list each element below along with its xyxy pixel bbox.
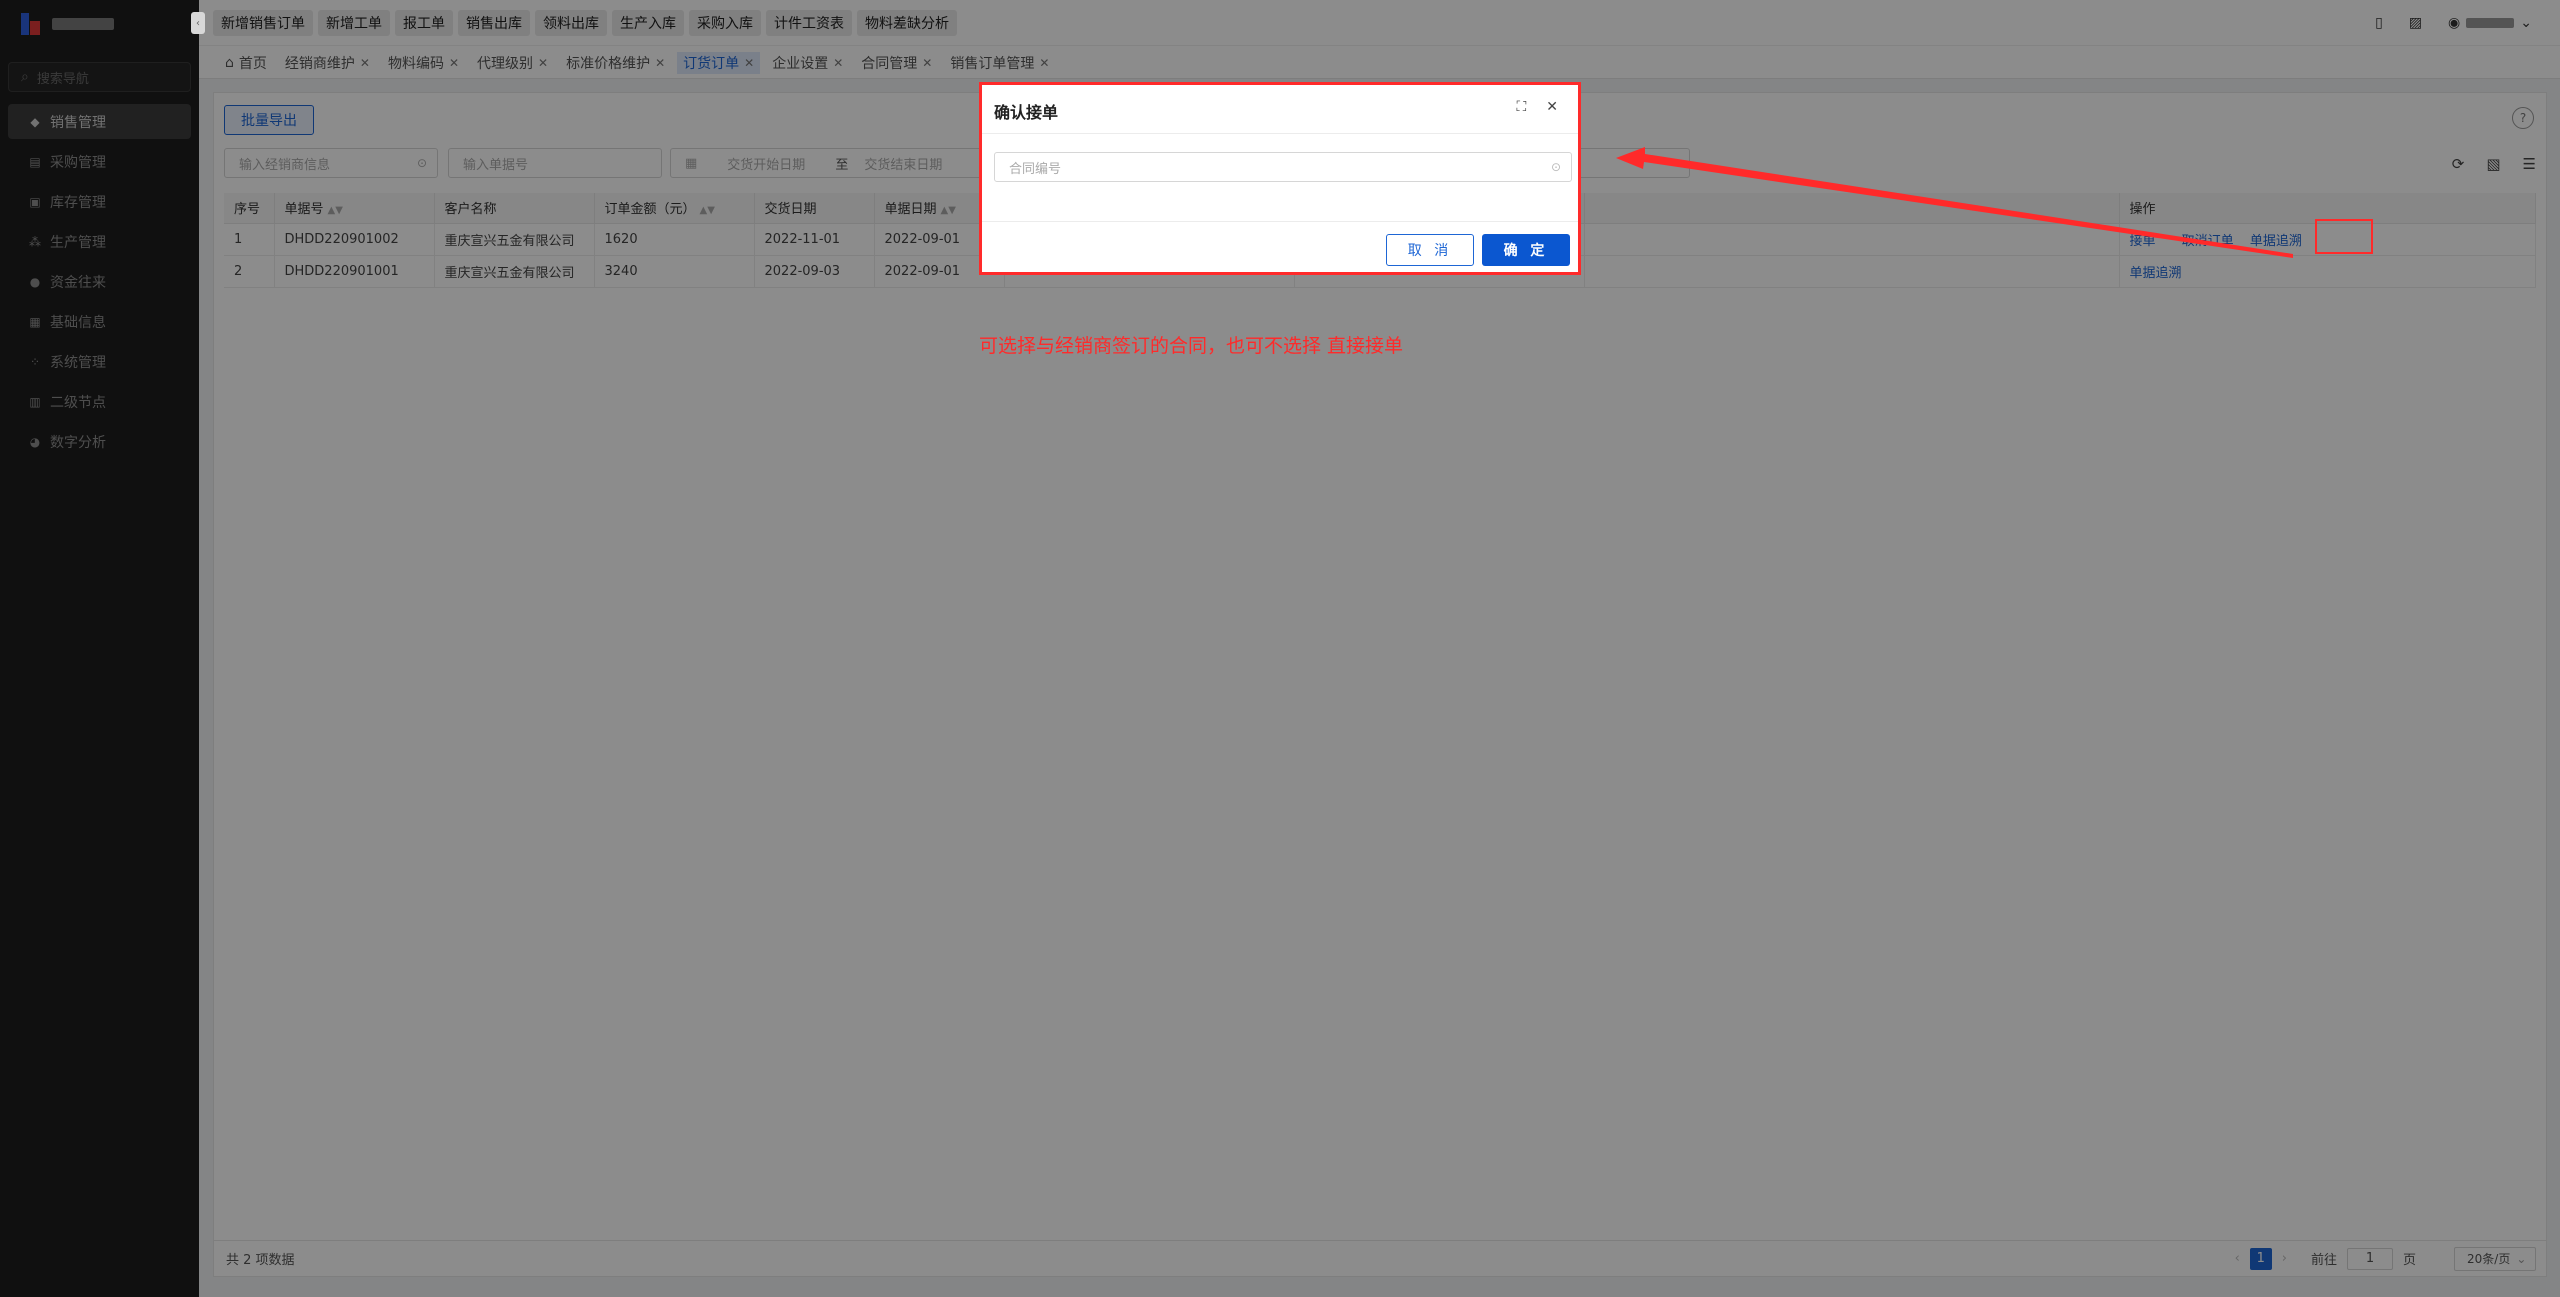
annotation-note: 可选择与经销商签订的合同，也可不选择 直接接单 <box>979 335 1404 357</box>
annotation-arrow <box>1616 147 2293 258</box>
sidebar-collapse-button[interactable]: ‹ <box>191 12 205 34</box>
